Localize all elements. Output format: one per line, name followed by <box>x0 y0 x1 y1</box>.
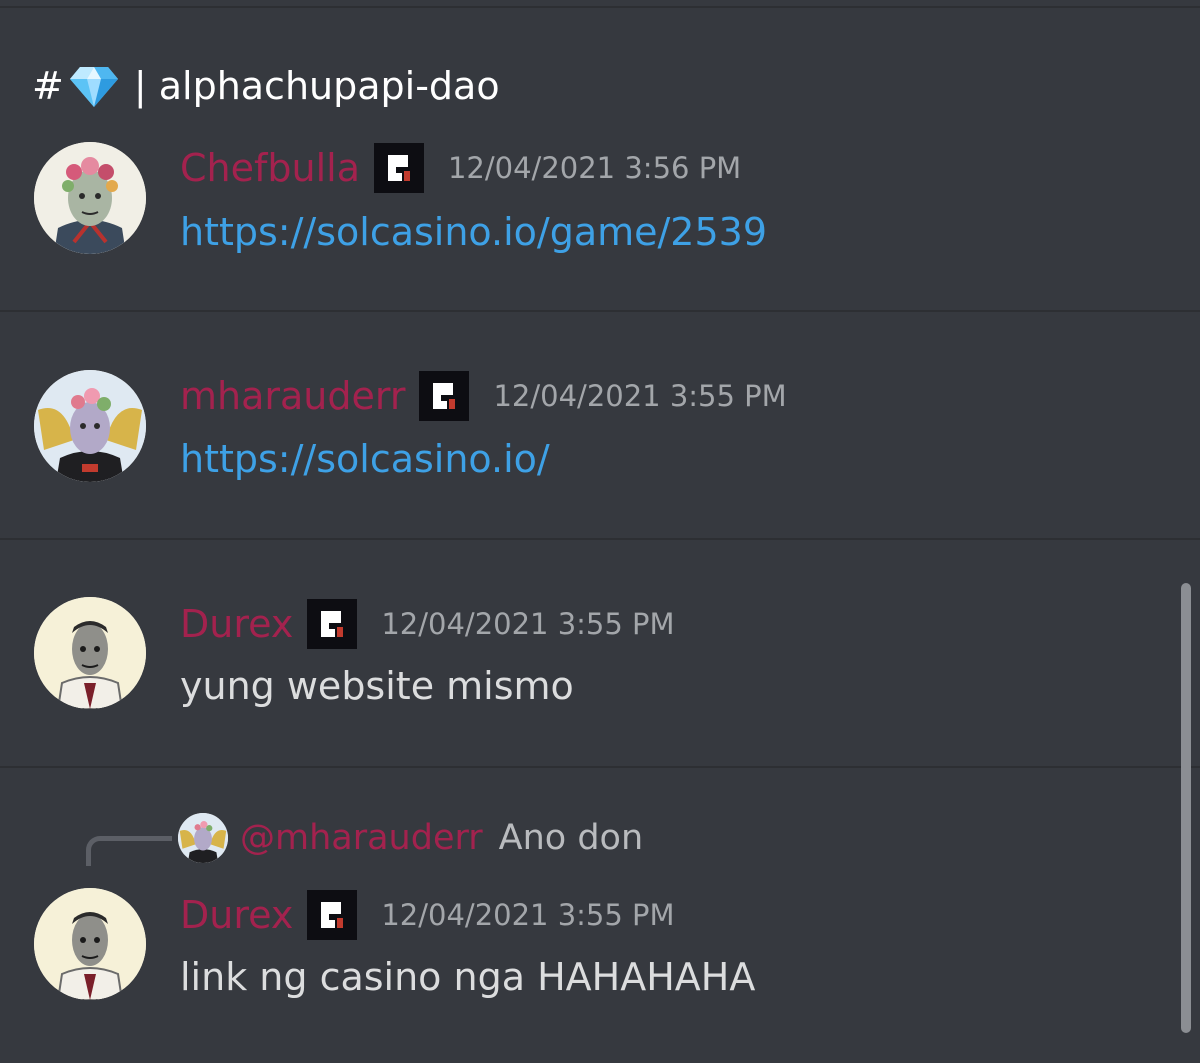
reply-avatar <box>178 813 228 863</box>
channel-hash: # <box>32 64 64 108</box>
message-header: Durex 12/04/2021 3:55 PM <box>180 598 675 650</box>
message-header: Chefbulla 12/04/2021 3:56 PM <box>180 142 741 194</box>
top-divider <box>0 6 1200 8</box>
reply-reference[interactable]: @mharauderr Ano don <box>178 811 643 865</box>
avatar[interactable] <box>34 142 146 254</box>
gem-icon <box>68 63 120 109</box>
avatar[interactable] <box>34 597 146 709</box>
username[interactable]: Chefbulla <box>180 149 360 187</box>
message-text: yung website mismo <box>180 664 574 708</box>
channel-name: | alphachupapi-dao <box>133 64 500 108</box>
avatar[interactable] <box>34 888 146 1000</box>
message-link[interactable]: https://solcasino.io/game/2539 <box>180 210 767 254</box>
message-body: yung website mismo <box>180 664 574 710</box>
avatar[interactable] <box>34 370 146 482</box>
message-body: link ng casino nga HAHAHAHA <box>180 955 755 1001</box>
role-badge-icon <box>419 371 470 421</box>
role-badge-icon <box>373 143 424 193</box>
reply-connector <box>86 836 172 866</box>
message-text: link ng casino nga HAHAHAHA <box>180 955 756 999</box>
scrollbar-thumb[interactable] <box>1181 583 1191 1033</box>
timestamp: 12/04/2021 3:55 PM <box>493 378 787 413</box>
username[interactable]: Durex <box>180 896 293 934</box>
timestamp: 12/04/2021 3:56 PM <box>447 150 742 185</box>
message-divider <box>0 766 1200 768</box>
message-header: Durex 12/04/2021 3:55 PM <box>180 889 675 941</box>
message-divider <box>0 538 1200 540</box>
role-badge-icon <box>307 599 358 649</box>
chat-window: # | alphachupapi-dao Chefbulla 12/04/202… <box>0 0 1200 1063</box>
timestamp: 12/04/2021 3:55 PM <box>381 897 675 932</box>
channel-header[interactable]: # | alphachupapi-dao <box>32 58 500 114</box>
role-badge-icon <box>307 890 358 940</box>
message-link[interactable]: https://solcasino.io/ <box>180 437 550 481</box>
username[interactable]: Durex <box>180 605 293 643</box>
username[interactable]: mharauderr <box>180 377 405 415</box>
timestamp: 12/04/2021 3:55 PM <box>381 606 675 641</box>
reply-preview: Ano don <box>498 817 644 858</box>
reply-mention[interactable]: @mharauderr <box>240 820 483 856</box>
message-divider <box>0 310 1200 312</box>
message-body: https://solcasino.io/ <box>180 437 550 483</box>
message-header: mharauderr 12/04/2021 3:55 PM <box>180 370 787 422</box>
message-body: https://solcasino.io/game/2539 <box>180 210 767 256</box>
